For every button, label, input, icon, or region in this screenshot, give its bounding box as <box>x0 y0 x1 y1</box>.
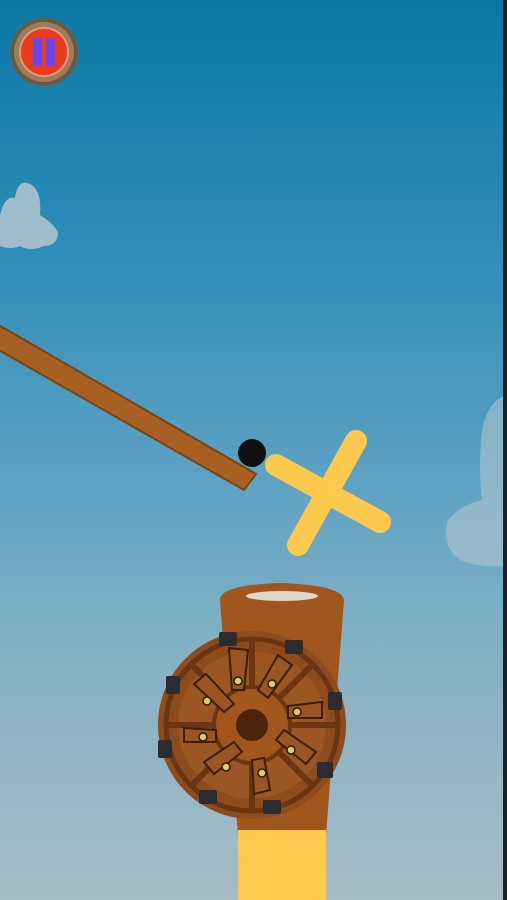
ball <box>238 439 266 467</box>
yellow-base <box>238 830 326 900</box>
game-canvas[interactable] <box>0 0 507 900</box>
spoked-wheel <box>158 631 346 819</box>
plank <box>0 324 258 492</box>
cloud-right <box>445 395 507 567</box>
x-rotor <box>265 430 391 556</box>
pause-icon <box>10 18 78 86</box>
pause-button[interactable] <box>8 16 80 88</box>
cloud-left <box>0 182 58 249</box>
screen-edge <box>503 0 507 900</box>
game-scene <box>0 182 507 900</box>
